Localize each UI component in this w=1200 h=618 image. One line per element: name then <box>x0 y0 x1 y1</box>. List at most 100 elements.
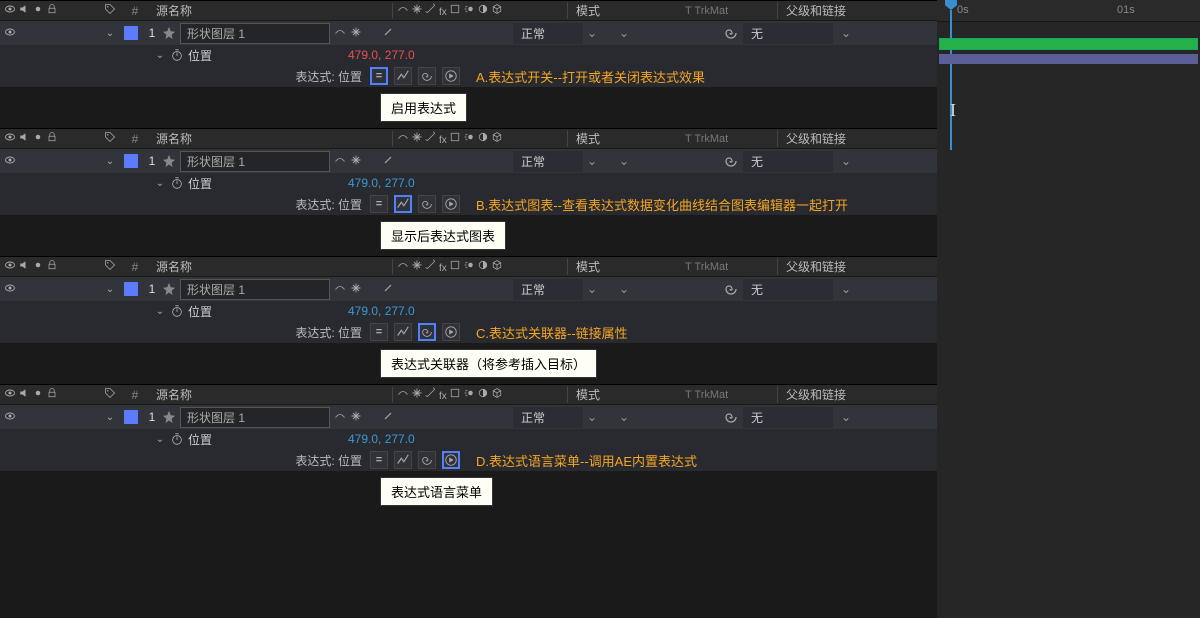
aster-cell-icon[interactable] <box>350 154 362 169</box>
stopwatch-icon[interactable] <box>170 176 188 190</box>
visibility-eye-icon[interactable] <box>4 410 16 425</box>
speaker-icon[interactable] <box>18 131 30 146</box>
adjust-icon[interactable] <box>477 259 489 274</box>
trkmat-column[interactable]: T TrkMat <box>677 261 777 273</box>
adjust-icon[interactable] <box>477 387 489 402</box>
lock-icon[interactable] <box>46 387 58 402</box>
trkmat-dropdown[interactable]: ⌄ <box>619 282 629 296</box>
parent-pickwhip-icon[interactable] <box>723 25 739 41</box>
wand-icon[interactable] <box>425 387 437 402</box>
label-column-icon[interactable] <box>100 131 120 146</box>
layer-bar-green[interactable] <box>939 38 1198 50</box>
twirl-down-icon[interactable]: ⌄ <box>150 434 170 445</box>
parent-column[interactable]: 父级和链接 <box>777 386 937 403</box>
adjust-icon[interactable] <box>477 3 489 18</box>
3d-icon[interactable] <box>491 259 503 274</box>
layer-color-swatch[interactable] <box>124 410 138 424</box>
layer-color-swatch[interactable] <box>124 154 138 168</box>
speaker-icon[interactable] <box>18 259 30 274</box>
slash-cell-icon[interactable] <box>382 26 394 41</box>
shy-icon[interactable] <box>397 131 409 146</box>
motionblur-icon[interactable] <box>463 259 475 274</box>
motionblur-icon[interactable] <box>463 387 475 402</box>
parent-dropdown[interactable]: 无 <box>743 407 833 428</box>
twirl-down-icon[interactable]: ⌄ <box>100 412 120 423</box>
aster-cell-icon[interactable] <box>350 26 362 41</box>
parent-dropdown[interactable]: 无 <box>743 151 833 172</box>
timeline-ruler[interactable]: 0s 01s <box>937 0 1200 22</box>
twirl-down-icon[interactable]: ⌄ <box>100 156 120 167</box>
blend-mode-dropdown[interactable]: 正常 <box>513 279 583 300</box>
twirl-down-icon[interactable]: ⌄ <box>100 284 120 295</box>
layer-bar-purple[interactable] <box>939 54 1198 64</box>
source-name-column[interactable]: 源名称 <box>150 258 392 275</box>
trkmat-column[interactable]: T TrkMat <box>677 389 777 401</box>
fx-icon[interactable]: fx <box>439 132 447 146</box>
playhead-icon[interactable] <box>945 0 957 10</box>
stopwatch-icon[interactable] <box>170 304 188 318</box>
expr-icon-pickwhip[interactable] <box>418 195 436 213</box>
shy-icon[interactable] <box>397 387 409 402</box>
chevron-down-icon[interactable]: ⌄ <box>587 410 597 424</box>
eye-icon[interactable] <box>4 3 16 18</box>
eye-icon[interactable] <box>4 131 16 146</box>
trkmat-column[interactable]: T TrkMat <box>677 133 777 145</box>
source-name-column[interactable]: 源名称 <box>150 2 392 19</box>
aster-icon[interactable] <box>411 387 423 402</box>
speaker-icon[interactable] <box>18 387 30 402</box>
layer-row[interactable]: ⌄ 1 形状图层 1 正常 ⌄ ⌄ 无 ⌄ <box>0 277 937 301</box>
label-column-icon[interactable] <box>100 387 120 402</box>
layer-row[interactable]: ⌄ 1 形状图层 1 正常 ⌄ ⌄ 无 ⌄ <box>0 405 937 429</box>
expr-icon-graph[interactable] <box>394 67 412 85</box>
position-property-row[interactable]: ⌄ 位置 479.0, 277.0 <box>0 173 937 193</box>
mode-column[interactable]: 模式 <box>567 386 677 403</box>
layer-row[interactable]: ⌄ 1 形状图层 1 正常 ⌄ ⌄ 无 ⌄ <box>0 149 937 173</box>
visibility-eye-icon[interactable] <box>4 26 16 41</box>
wand-icon[interactable] <box>425 259 437 274</box>
lock-icon[interactable] <box>46 3 58 18</box>
frameblend-icon[interactable] <box>449 3 461 18</box>
twirl-down-icon[interactable]: ⌄ <box>150 50 170 61</box>
twirl-down-icon[interactable]: ⌄ <box>100 28 120 39</box>
stopwatch-icon[interactable] <box>170 432 188 446</box>
shy-icon[interactable] <box>397 259 409 274</box>
solo-icon[interactable] <box>32 259 44 274</box>
label-column-icon[interactable] <box>100 3 120 18</box>
chevron-down-icon[interactable]: ⌄ <box>587 26 597 40</box>
lock-icon[interactable] <box>46 259 58 274</box>
blend-mode-dropdown[interactable]: 正常 <box>513 23 583 44</box>
expr-icon-toggle[interactable]: = <box>370 323 388 341</box>
frameblend-icon[interactable] <box>449 131 461 146</box>
position-property-row[interactable]: ⌄ 位置 479.0, 277.0 <box>0 45 937 65</box>
chevron-down-icon[interactable]: ⌄ <box>841 282 851 296</box>
blend-mode-dropdown[interactable]: 正常 <box>513 151 583 172</box>
layer-name-field[interactable]: 形状图层 1 <box>180 407 330 428</box>
stopwatch-icon[interactable] <box>170 48 188 62</box>
position-value[interactable]: 479.0, 277.0 <box>348 176 415 190</box>
layer-name-field[interactable]: 形状图层 1 <box>180 279 330 300</box>
aster-icon[interactable] <box>411 259 423 274</box>
twirl-down-icon[interactable]: ⌄ <box>150 178 170 189</box>
visibility-eye-icon[interactable] <box>4 154 16 169</box>
layer-color-swatch[interactable] <box>124 26 138 40</box>
parent-column[interactable]: 父级和链接 <box>777 258 937 275</box>
position-value[interactable]: 479.0, 277.0 <box>348 48 415 62</box>
expr-icon-toggle[interactable]: = <box>370 451 388 469</box>
blend-mode-dropdown[interactable]: 正常 <box>513 407 583 428</box>
expr-icon-menu[interactable] <box>442 323 460 341</box>
lock-icon[interactable] <box>46 131 58 146</box>
parent-pickwhip-icon[interactable] <box>723 409 739 425</box>
expr-icon-pickwhip[interactable] <box>418 323 436 341</box>
aster-icon[interactable] <box>411 131 423 146</box>
chevron-down-icon[interactable]: ⌄ <box>841 410 851 424</box>
shy-cell-icon[interactable] <box>334 154 346 169</box>
expr-icon-toggle[interactable]: = <box>370 67 388 85</box>
chevron-down-icon[interactable]: ⌄ <box>587 154 597 168</box>
parent-column[interactable]: 父级和链接 <box>777 130 937 147</box>
solo-icon[interactable] <box>32 3 44 18</box>
frameblend-icon[interactable] <box>449 259 461 274</box>
mode-column[interactable]: 模式 <box>567 130 677 147</box>
mode-column[interactable]: 模式 <box>567 2 677 19</box>
eye-icon[interactable] <box>4 387 16 402</box>
expr-icon-toggle[interactable]: = <box>370 195 388 213</box>
